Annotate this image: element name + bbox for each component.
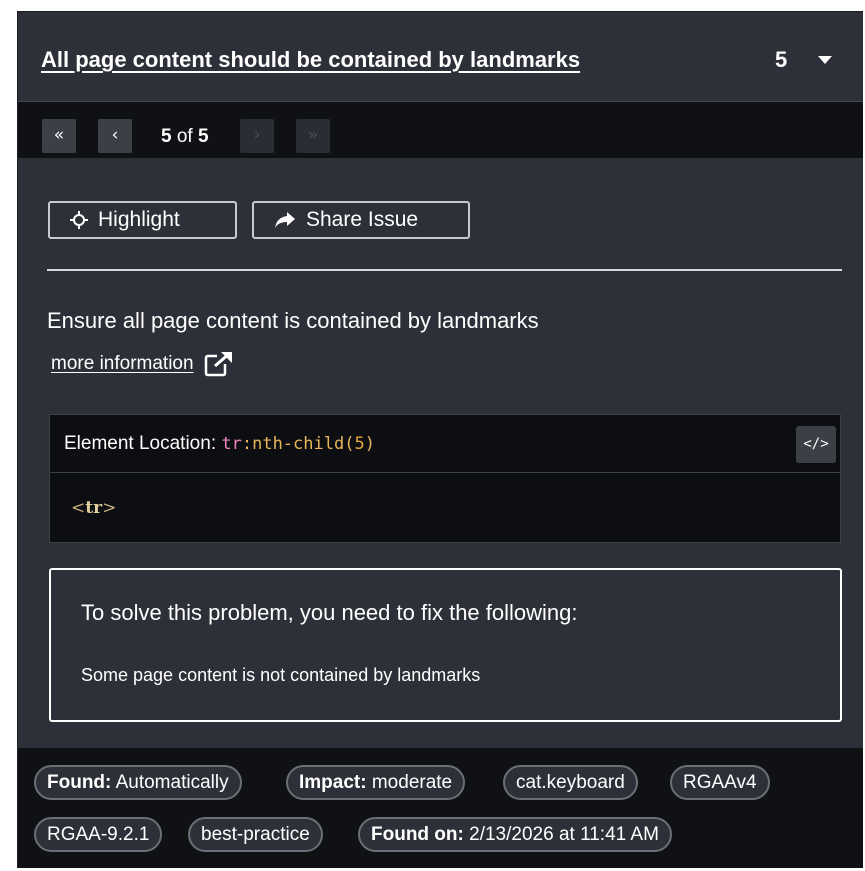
tag-impact-label: Impact: bbox=[299, 772, 367, 793]
element-selector: tr:nth-child(5) bbox=[221, 434, 375, 454]
highlight-button[interactable]: Highlight bbox=[48, 201, 237, 239]
pager-total: 5 bbox=[198, 126, 209, 147]
previous-page-button[interactable]: ‹ bbox=[98, 119, 132, 153]
tag-rgaa-rule: RGAA-9.2.1 bbox=[34, 817, 163, 852]
next-page-button[interactable]: › bbox=[240, 119, 274, 153]
issue-title-link[interactable]: All page content should be contained by … bbox=[41, 47, 580, 73]
issue-description: Ensure all page content is contained by … bbox=[47, 308, 539, 333]
tag-found-on: Found on: 2/13/2026 at 11:41 AM bbox=[358, 817, 672, 852]
issue-count: 5 bbox=[775, 47, 788, 72]
issue-header: All page content should be contained by … bbox=[18, 12, 863, 102]
tag-found: Found: Automatically bbox=[34, 765, 242, 800]
pager-current: 5 bbox=[161, 126, 172, 147]
selector-tag: tr bbox=[221, 434, 242, 454]
tag-category: cat.keyboard bbox=[503, 765, 638, 800]
snippet-open: < bbox=[71, 498, 86, 518]
snippet-tag: tr bbox=[85, 498, 103, 518]
more-information-label: more information bbox=[51, 353, 194, 374]
divider bbox=[47, 269, 842, 271]
highlight-label: Highlight bbox=[98, 208, 180, 231]
tag-found-on-value: 2/13/2026 at 11:41 AM bbox=[469, 824, 659, 845]
more-information-link[interactable]: more information bbox=[51, 351, 234, 377]
element-location-panel: Element Location: tr:nth-child(5) </> <t… bbox=[49, 414, 841, 543]
tag-found-on-label: Found on: bbox=[371, 824, 464, 845]
share-label: Share Issue bbox=[306, 208, 419, 231]
last-page-button[interactable]: » bbox=[296, 119, 330, 153]
element-location: Element Location: tr:nth-child(5) bbox=[64, 433, 375, 455]
crosshair-icon bbox=[70, 211, 88, 229]
selector-close: ) bbox=[364, 434, 375, 454]
issue-pager: « ‹ 5 of 5 › » bbox=[18, 102, 863, 158]
chevron-down-icon[interactable] bbox=[818, 56, 832, 64]
tag-impact-value: moderate bbox=[371, 772, 453, 793]
pager-of: of bbox=[176, 126, 193, 147]
selector-index: 5 bbox=[354, 434, 365, 454]
tag-found-label: Found: bbox=[47, 772, 112, 793]
tag-found-value: Automatically bbox=[115, 772, 229, 793]
tag-impact: Impact: moderate bbox=[286, 765, 466, 800]
element-snippet: <tr> bbox=[71, 498, 116, 518]
external-link-icon bbox=[204, 351, 232, 377]
issue-tags: Found: Automatically Impact: moderate ca… bbox=[18, 748, 863, 868]
fix-instructions: To solve this problem, you need to fix t… bbox=[49, 568, 842, 722]
selector-pseudo: :nth-child( bbox=[241, 434, 355, 454]
share-issue-button[interactable]: Share Issue bbox=[252, 201, 470, 239]
fix-title: To solve this problem, you need to fix t… bbox=[81, 600, 578, 625]
element-location-label: Element Location: bbox=[64, 433, 217, 454]
share-arrow-icon bbox=[275, 212, 295, 228]
first-page-button[interactable]: « bbox=[42, 119, 76, 153]
pager-status: 5 of 5 bbox=[161, 126, 209, 148]
issue-panel: All page content should be contained by … bbox=[17, 11, 863, 868]
element-location-header: Element Location: tr:nth-child(5) </> bbox=[50, 415, 840, 473]
tag-rgaa: RGAAv4 bbox=[670, 765, 770, 800]
tag-best-practice: best-practice bbox=[188, 817, 323, 852]
fix-item: Some page content is not contained by la… bbox=[81, 665, 481, 685]
code-toggle-button[interactable]: </> bbox=[796, 426, 836, 463]
snippet-close: > bbox=[102, 498, 117, 518]
